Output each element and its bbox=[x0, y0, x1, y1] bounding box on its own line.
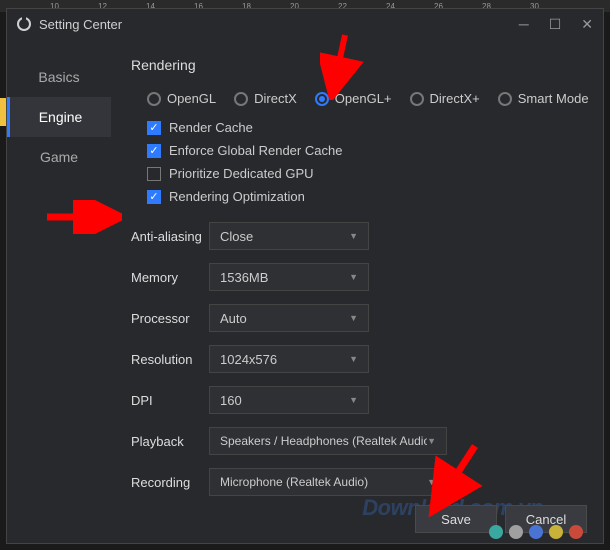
label-resolution: Resolution bbox=[131, 352, 209, 367]
select-resolution[interactable]: 1024x576 ▼ bbox=[209, 345, 369, 373]
row-antialiasing: Anti-aliasing Close ▼ bbox=[131, 222, 583, 250]
select-value: Auto bbox=[220, 311, 247, 326]
radio-icon bbox=[410, 92, 424, 106]
select-value: Close bbox=[220, 229, 253, 244]
label-antialiasing: Anti-aliasing bbox=[131, 229, 209, 244]
check-enforce-global[interactable]: ✓ Enforce Global Render Cache bbox=[147, 143, 583, 158]
chevron-down-icon: ▼ bbox=[349, 354, 358, 364]
app-icon bbox=[17, 17, 31, 31]
select-recording[interactable]: Microphone (Realtek Audio)▼ bbox=[209, 468, 447, 496]
annotation-arrow bbox=[320, 30, 370, 100]
radio-icon bbox=[498, 92, 512, 106]
chevron-down-icon: ▼ bbox=[349, 395, 358, 405]
radio-opengl[interactable]: OpenGL bbox=[147, 91, 216, 106]
close-button[interactable]: ✕ bbox=[581, 16, 593, 33]
checkbox-icon: ✓ bbox=[147, 121, 161, 135]
chevron-down-icon: ▼ bbox=[349, 313, 358, 323]
checkbox-icon: ✓ bbox=[147, 190, 161, 204]
row-dpi: DPI 160 ▼ bbox=[131, 386, 583, 414]
row-playback: Playback Speakers / Headphones (Realtek … bbox=[131, 427, 583, 455]
select-value: 1024x576 bbox=[220, 352, 277, 367]
row-memory: Memory 1536MB ▼ bbox=[131, 263, 583, 291]
check-rendering-opt[interactable]: ✓ Rendering Optimization bbox=[147, 189, 583, 204]
select-value: Speakers / Headphones (Realtek Audio) bbox=[220, 434, 427, 448]
color-dots bbox=[489, 525, 583, 539]
select-dpi[interactable]: 160 ▼ bbox=[209, 386, 369, 414]
radio-smartmode[interactable]: Smart Mode bbox=[498, 91, 589, 106]
select-memory[interactable]: 1536MB ▼ bbox=[209, 263, 369, 291]
chevron-down-icon: ▼ bbox=[349, 272, 358, 282]
check-rendercache[interactable]: ✓ Render Cache bbox=[147, 120, 583, 135]
check-prioritize-gpu[interactable]: Prioritize Dedicated GPU bbox=[147, 166, 583, 181]
content: Basics Engine Game Rendering OpenGL Dire… bbox=[7, 39, 603, 543]
label-processor: Processor bbox=[131, 311, 209, 326]
radio-label: Smart Mode bbox=[518, 91, 589, 106]
main-panel: Rendering OpenGL DirectX OpenGL+ DirectX… bbox=[111, 39, 603, 543]
settings-window: Setting Center ─ ☐ ✕ Basics Engine Game … bbox=[6, 8, 604, 544]
window-title: Setting Center bbox=[39, 17, 122, 32]
maximize-button[interactable]: ☐ bbox=[549, 16, 562, 33]
select-value: Microphone (Realtek Audio) bbox=[220, 475, 368, 489]
titlebar: Setting Center ─ ☐ ✕ bbox=[7, 9, 603, 39]
row-resolution: Resolution 1024x576 ▼ bbox=[131, 345, 583, 373]
row-recording: Recording Microphone (Realtek Audio)▼ bbox=[131, 468, 583, 496]
sidebar-item-game[interactable]: Game bbox=[7, 137, 111, 177]
select-value: 1536MB bbox=[220, 270, 268, 285]
radio-directxplus[interactable]: DirectX+ bbox=[410, 91, 480, 106]
radio-label: DirectX+ bbox=[430, 91, 480, 106]
annotation-arrow bbox=[42, 200, 122, 234]
minimize-button[interactable]: ─ bbox=[519, 16, 529, 33]
checkbox-label: Rendering Optimization bbox=[169, 189, 305, 204]
checkbox-icon: ✓ bbox=[147, 144, 161, 158]
sidebar-item-basics[interactable]: Basics bbox=[7, 57, 111, 97]
chevron-down-icon: ▼ bbox=[349, 231, 358, 241]
select-processor[interactable]: Auto ▼ bbox=[209, 304, 369, 332]
radio-directx[interactable]: DirectX bbox=[234, 91, 297, 106]
label-playback: Playback bbox=[131, 434, 209, 449]
checkbox-label: Render Cache bbox=[169, 120, 253, 135]
annotation-arrow bbox=[420, 438, 490, 518]
checkbox-label: Prioritize Dedicated GPU bbox=[169, 166, 314, 181]
radio-icon bbox=[147, 92, 161, 106]
checkbox-label: Enforce Global Render Cache bbox=[169, 143, 342, 158]
row-processor: Processor Auto ▼ bbox=[131, 304, 583, 332]
radio-icon bbox=[234, 92, 248, 106]
sidebar: Basics Engine Game bbox=[7, 39, 111, 543]
checkbox-icon bbox=[147, 167, 161, 181]
label-memory: Memory bbox=[131, 270, 209, 285]
sidebar-item-engine[interactable]: Engine bbox=[7, 97, 111, 137]
select-antialiasing[interactable]: Close ▼ bbox=[209, 222, 369, 250]
label-recording: Recording bbox=[131, 475, 209, 490]
label-dpi: DPI bbox=[131, 393, 209, 408]
select-playback[interactable]: Speakers / Headphones (Realtek Audio)▼ bbox=[209, 427, 447, 455]
radio-label: DirectX bbox=[254, 91, 297, 106]
radio-label: OpenGL bbox=[167, 91, 216, 106]
window-controls: ─ ☐ ✕ bbox=[519, 16, 593, 33]
select-value: 160 bbox=[220, 393, 242, 408]
